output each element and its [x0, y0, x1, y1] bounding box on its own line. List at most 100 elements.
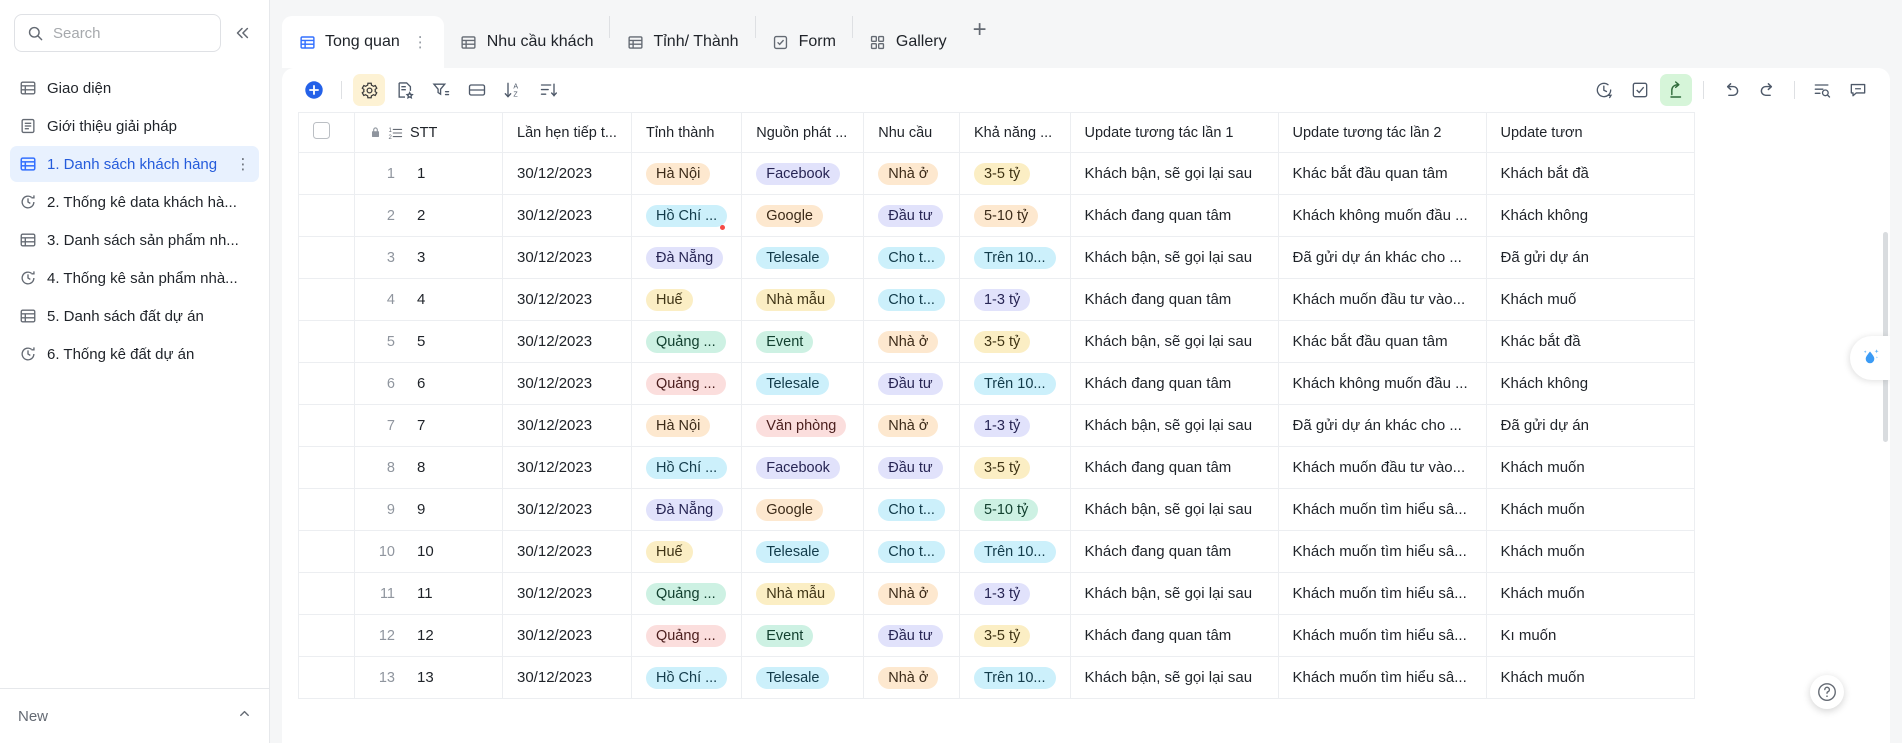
cell-update-3[interactable]: Khách muốn — [1486, 446, 1695, 489]
select-all-checkbox[interactable] — [313, 122, 330, 139]
cell-nguon-phat[interactable]: Telesale — [741, 530, 865, 573]
cell-stt[interactable]: 99 — [354, 488, 503, 531]
sort-button[interactable]: AZ — [497, 74, 529, 106]
cell-update-2[interactable]: Khách muốn tìm hiểu sâ... — [1278, 614, 1487, 657]
search-input[interactable]: Search — [14, 14, 221, 52]
cell-kha-nang[interactable]: 1-3 tỷ — [959, 278, 1071, 321]
cell-kha-nang[interactable]: 5-10 tỷ — [959, 194, 1071, 237]
cell-tinh-thanh[interactable]: Hà Nội — [631, 404, 743, 447]
comment-button[interactable] — [1842, 74, 1874, 106]
cell-nguon-phat[interactable]: Event — [741, 320, 865, 363]
sidebar-footer[interactable]: New — [0, 688, 270, 743]
cell-update-2[interactable]: Khác bắt đầu quan tâm — [1278, 152, 1487, 195]
cell-stt[interactable]: 12 12 — [354, 614, 503, 657]
collapse-sidebar-button[interactable] — [229, 20, 255, 46]
row-height-button[interactable] — [461, 74, 493, 106]
cell-update-2[interactable]: Khách không muốn đầu ... — [1278, 194, 1487, 237]
cell-kha-nang[interactable]: 3-5 tỷ — [959, 320, 1071, 363]
cell-update-3[interactable]: Khách không — [1486, 194, 1695, 237]
cell-nhu-cau[interactable]: Đầu tư — [863, 614, 960, 657]
cell-update-1[interactable]: Khách đang quan tâm — [1070, 614, 1279, 657]
cell-nhu-cau[interactable]: Nhà ở — [863, 656, 960, 699]
cell-nguon-phat[interactable]: Event — [741, 614, 865, 657]
cell-kha-nang[interactable]: 3-5 tỷ — [959, 614, 1071, 657]
sidebar-item-thong-ke-san-pham-nha[interactable]: 4. Thống kê sản phẩm nhà... ⋮ — [10, 260, 259, 296]
cell-update-1[interactable]: Khách bận, sẽ gọi lại sau — [1070, 488, 1279, 531]
cell-update-2[interactable]: Khách muốn tìm hiểu sâ... — [1278, 530, 1487, 573]
cell-lan-hen[interactable]: 30/12/2023 — [502, 362, 632, 405]
cell-nhu-cau[interactable]: Cho t... — [863, 488, 960, 531]
cell-update-1[interactable]: Khách bận, sẽ gọi lại sau — [1070, 320, 1279, 363]
cell-nguon-phat[interactable]: Google — [741, 488, 865, 531]
tab-more-icon[interactable]: ⋮ — [413, 33, 428, 51]
cell-nhu-cau[interactable]: Đầu tư — [863, 446, 960, 489]
cell-lan-hen[interactable]: 30/12/2023 — [502, 194, 632, 237]
cell-update-3[interactable]: Khách muốn — [1486, 530, 1695, 573]
table-row[interactable]: 7 7 30/12/2023 Hà Nội Văn phòng Nhà ở 1-3 tỷ Kh… — [298, 404, 1695, 447]
header-update-2[interactable]: Update tương tác lần 2 — [1278, 112, 1487, 153]
table-row[interactable]: 12 12 30/12/2023 Quảng ... Event Đầu tư 3-5 tỷ… — [298, 614, 1695, 657]
cell-stt[interactable]: 11 11 — [354, 572, 503, 615]
sidebar-item-danh-sach-khach-hang[interactable]: 1. Danh sách khách hàng ⋮ — [10, 146, 259, 182]
cell-update-3[interactable]: Kı muốn — [1486, 614, 1695, 657]
tab-tinh-thanh[interactable]: Tỉnh/ Thành — [610, 16, 754, 68]
cell-update-3[interactable]: Đã gửi dự án — [1486, 404, 1695, 447]
row-select-cell[interactable] — [298, 320, 355, 363]
sidebar-item-giao-dien[interactable]: Giao diện ⋮ — [10, 70, 259, 106]
grid-scroll-area[interactable]: 12 STT Lần hẹn tiếp t... Tỉnh thành Nguồ… — [282, 112, 1890, 743]
cell-lan-hen[interactable]: 30/12/2023 — [502, 404, 632, 447]
cell-nhu-cau[interactable]: Nhà ở — [863, 404, 960, 447]
cell-tinh-thanh[interactable]: Quảng ... — [631, 320, 743, 363]
cell-lan-hen[interactable]: 30/12/2023 — [502, 656, 632, 699]
ai-assistant-button[interactable] — [1850, 336, 1890, 380]
cell-stt[interactable]: 10 10 — [354, 530, 503, 573]
cell-lan-hen[interactable]: 30/12/2023 — [502, 530, 632, 573]
cell-update-1[interactable]: Khách đang quan tâm — [1070, 278, 1279, 321]
cell-tinh-thanh[interactable]: Hồ Chí ... — [631, 194, 743, 237]
sidebar-item-gioi-thieu-giai-phap[interactable]: Giới thiệu giải pháp ⋮ — [10, 108, 259, 144]
cell-update-3[interactable]: Khách không — [1486, 362, 1695, 405]
cell-update-1[interactable]: Khách bận, sẽ gọi lại sau — [1070, 236, 1279, 279]
cell-update-2[interactable]: Khách muốn tìm hiểu sâ... — [1278, 656, 1487, 699]
cell-kha-nang[interactable]: Trên 10... — [959, 362, 1071, 405]
cell-stt[interactable]: 33 — [354, 236, 503, 279]
table-row[interactable]: 6 6 30/12/2023 Quảng ... Telesale Đầu tư Trên … — [298, 362, 1695, 405]
cell-lan-hen[interactable]: 30/12/2023 — [502, 572, 632, 615]
cell-kha-nang[interactable]: 3-5 tỷ — [959, 152, 1071, 195]
table-row[interactable]: 13 13 30/12/2023 Hồ Chí ... Telesale Nhà ở Trê… — [298, 656, 1695, 699]
header-update-3[interactable]: Update tươn — [1486, 112, 1695, 153]
cell-update-2[interactable]: Đã gửi dự án khác cho ... — [1278, 404, 1487, 447]
share-button[interactable] — [1660, 74, 1692, 106]
header-nhu-cau[interactable]: Nhu cầu — [863, 112, 960, 153]
cell-nhu-cau[interactable]: Cho t... — [863, 530, 960, 573]
search-records-button[interactable] — [1806, 74, 1838, 106]
cell-stt[interactable]: 22 — [354, 194, 503, 237]
cell-update-2[interactable]: Khách không muốn đầu ... — [1278, 362, 1487, 405]
cell-lan-hen[interactable]: 30/12/2023 — [502, 152, 632, 195]
group-button[interactable] — [389, 74, 421, 106]
header-stt[interactable]: 12 STT — [354, 112, 503, 153]
cell-update-1[interactable]: Khách đang quan tâm — [1070, 362, 1279, 405]
undo-button[interactable] — [1715, 74, 1747, 106]
cell-kha-nang[interactable]: 1-3 tỷ — [959, 572, 1071, 615]
add-record-button[interactable] — [298, 74, 330, 106]
cell-stt[interactable]: 66 — [354, 362, 503, 405]
row-select-cell[interactable] — [298, 362, 355, 405]
tab-tong-quan[interactable]: Tong quan ⋮ — [282, 16, 444, 68]
cell-tinh-thanh[interactable]: Hồ Chí ... — [631, 446, 743, 489]
row-select-cell[interactable] — [298, 194, 355, 237]
help-button[interactable] — [1810, 675, 1844, 709]
sidebar-item-more-icon[interactable]: ⋮ — [235, 155, 251, 173]
filter-button[interactable] — [425, 74, 457, 106]
cell-lan-hen[interactable]: 30/12/2023 — [502, 278, 632, 321]
sidebar-item-danh-sach-san-pham[interactable]: 3. Danh sách sản phẩm nh... ⋮ — [10, 222, 259, 258]
form-view-button[interactable] — [1624, 74, 1656, 106]
cell-nhu-cau[interactable]: Nhà ở — [863, 572, 960, 615]
cell-nhu-cau[interactable]: Nhà ở — [863, 320, 960, 363]
cell-update-3[interactable]: Khách muốn — [1486, 572, 1695, 615]
cell-tinh-thanh[interactable]: Quảng ... — [631, 362, 743, 405]
cell-nhu-cau[interactable]: Đầu tư — [863, 362, 960, 405]
redo-button[interactable] — [1751, 74, 1783, 106]
cell-nguon-phat[interactable]: Facebook — [741, 152, 865, 195]
table-row[interactable]: 8 8 30/12/2023 Hồ Chí ... Facebook Đầu tư 3-5 … — [298, 446, 1695, 489]
